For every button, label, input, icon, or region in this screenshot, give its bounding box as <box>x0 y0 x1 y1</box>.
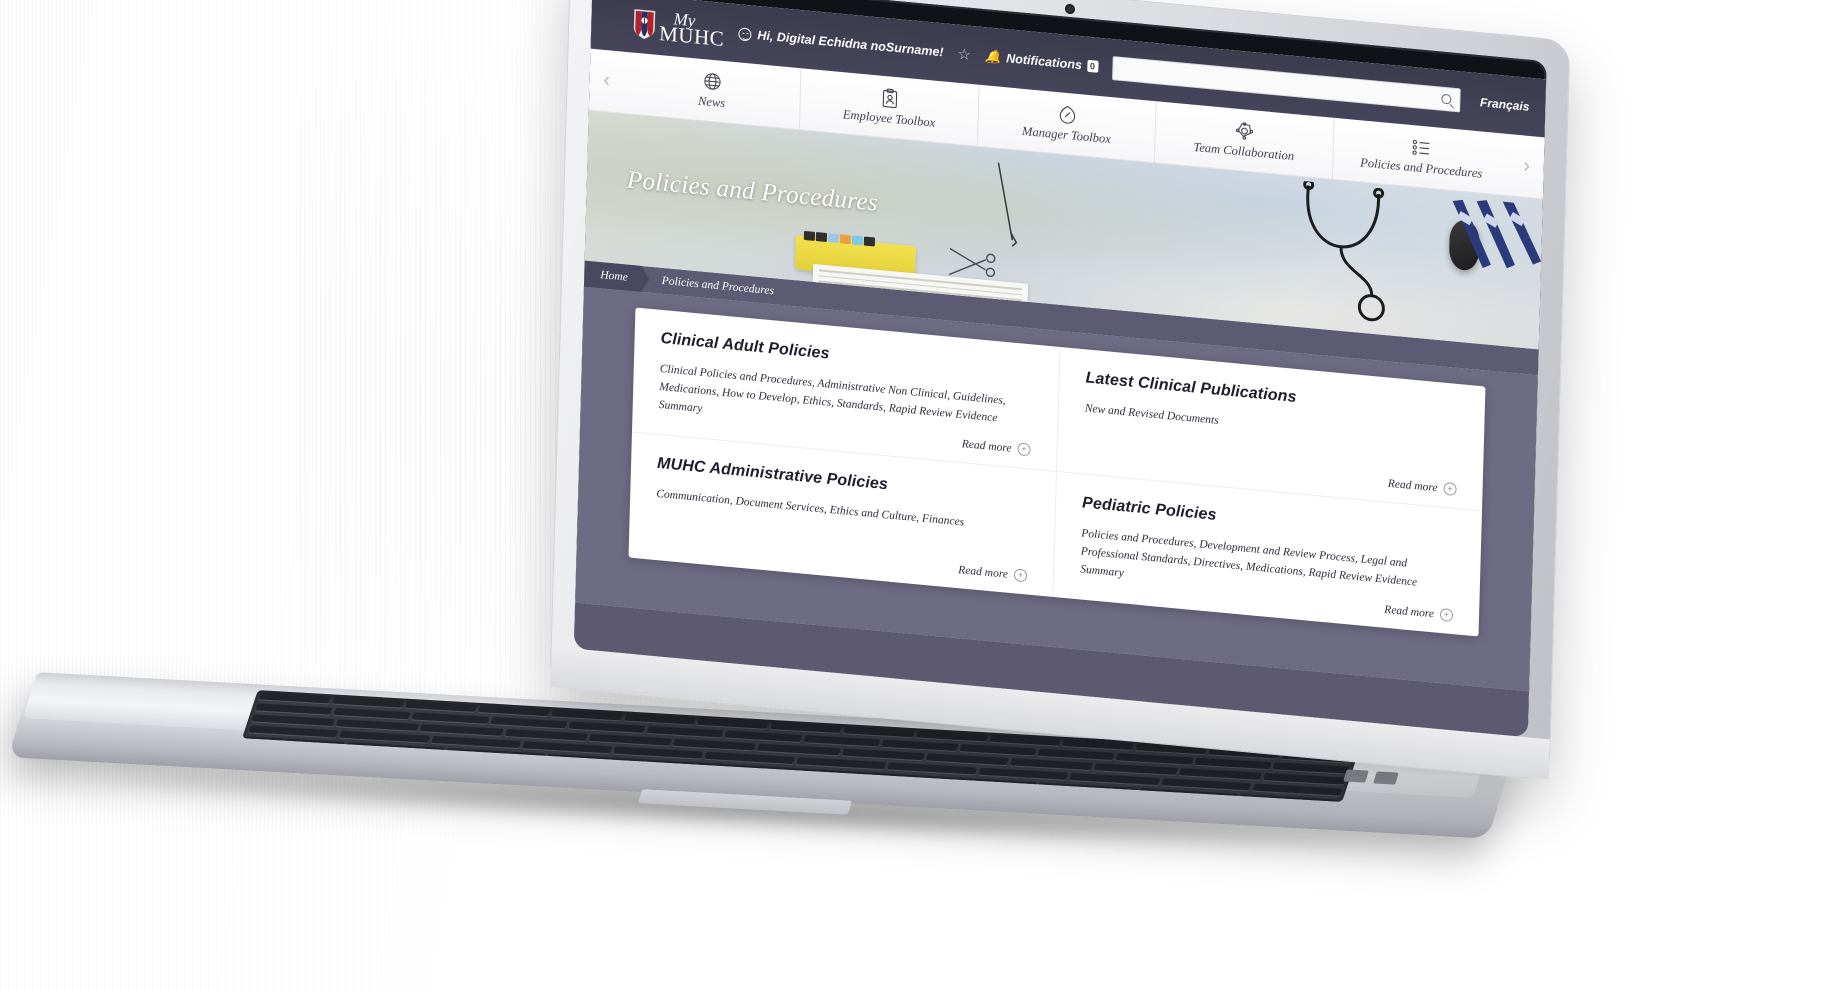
bullet-list-icon <box>1411 137 1433 159</box>
plus-circle-icon: + <box>1017 442 1031 457</box>
nav-item-label: Employee Toolbox <box>842 106 936 130</box>
browser-viewport: My MUHC Hi, Digital Echidna noSurname! ☆ <box>573 0 1547 738</box>
bell-icon: 🔔 <box>984 48 1002 65</box>
nav-next-arrow[interactable]: › <box>1509 134 1545 198</box>
muhc-logo[interactable]: My MUHC <box>633 6 725 51</box>
webcam-icon <box>1064 3 1076 15</box>
hero-pen-prop <box>997 162 1018 247</box>
muhc-wordmark: My MUHC <box>658 8 725 51</box>
smiley-icon <box>738 26 752 42</box>
hero-scissors-prop <box>948 247 996 278</box>
page-title: Policies and Procedures <box>626 166 879 217</box>
hero-folder-tabs <box>803 230 876 247</box>
plus-circle-icon: + <box>1013 568 1028 583</box>
globe-icon <box>702 71 722 93</box>
plus-circle-icon: + <box>1443 481 1457 497</box>
read-more-label: Read more <box>958 563 1009 581</box>
language-toggle-link[interactable]: Français <box>1474 95 1530 114</box>
target-team-icon <box>1235 120 1255 142</box>
star-icon[interactable]: ☆ <box>957 45 971 64</box>
read-more-link[interactable]: Read more + <box>958 563 1028 583</box>
nav-item-label: Policies and Procedures <box>1360 154 1483 181</box>
logo-muhc-text: MUHC <box>658 20 725 51</box>
compass-icon <box>1057 104 1077 126</box>
notifications-label: Notifications <box>1006 51 1083 73</box>
breadcrumb-home-link[interactable]: Home <box>583 260 643 292</box>
notifications-button[interactable]: 🔔 Notifications 0 <box>984 48 1099 75</box>
plus-circle-icon: + <box>1439 607 1454 623</box>
search-icon[interactable] <box>1440 93 1452 105</box>
hero-lanyard-prop <box>1452 199 1542 269</box>
muhc-crest-icon <box>633 9 656 41</box>
laptop-port-right <box>1373 771 1399 785</box>
read-more-label: Read more <box>1387 477 1438 494</box>
laptop-screen-bezel: My MUHC Hi, Digital Echidna noSurname! ☆ <box>573 0 1547 738</box>
laptop-mockup: My MUHC Hi, Digital Echidna noSurname! ☆ <box>0 0 1826 990</box>
read-more-label: Read more <box>1384 603 1435 620</box>
nav-item-label: News <box>697 93 726 110</box>
read-more-label: Read more <box>961 437 1012 455</box>
laptop-port-left <box>1343 769 1369 783</box>
clipboard-person-icon <box>881 87 898 108</box>
search-input[interactable] <box>1120 62 1442 105</box>
user-greeting[interactable]: Hi, Digital Echidna noSurname! <box>738 26 944 59</box>
muhc-intranet-page: My MUHC Hi, Digital Echidna noSurname! ☆ <box>573 0 1547 738</box>
notifications-count-badge: 0 <box>1086 59 1099 73</box>
greeting-text: Hi, Digital Echidna noSurname! <box>757 28 944 60</box>
screenshot-stage: My MUHC Hi, Digital Echidna noSurname! ☆ <box>0 0 1826 990</box>
read-more-link[interactable]: Read more + <box>1387 477 1457 497</box>
nav-item-label: Manager Toolbox <box>1021 123 1112 146</box>
hero-stethoscope-prop <box>1303 179 1385 322</box>
nav-prev-arrow[interactable]: ‹ <box>589 49 625 113</box>
nav-item-label: Team Collaboration <box>1193 139 1295 163</box>
laptop-lid: My MUHC Hi, Digital Echidna noSurname! ☆ <box>549 0 1571 781</box>
